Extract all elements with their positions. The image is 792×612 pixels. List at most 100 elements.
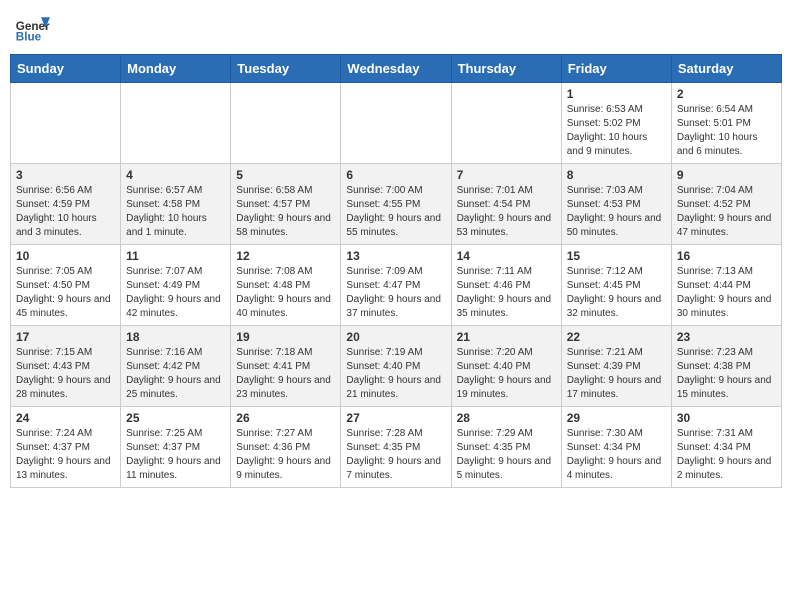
day-info: Sunrise: 6:57 AMSunset: 4:58 PMDaylight:… (126, 184, 225, 240)
calendar-cell-w0d0 (11, 83, 121, 164)
day-number: 20 (346, 330, 445, 344)
calendar-cell-w0d3 (341, 83, 451, 164)
calendar-cell-w2d2: 12Sunrise: 7:08 AMSunset: 4:48 PMDayligh… (231, 245, 341, 326)
col-header-tuesday: Tuesday (231, 55, 341, 83)
calendar-cell-w0d4 (451, 83, 561, 164)
day-info: Sunrise: 6:53 AMSunset: 5:02 PMDaylight:… (567, 103, 666, 159)
calendar-cell-w4d6: 30 Sunrise: 7:31 AMSunset: 4:34 PMDayligh… (671, 407, 781, 488)
calendar-cell-w3d0: 17 Sunrise: 7:15 AMSunset: 4:43 PMDayligh… (11, 326, 121, 407)
day-info: Sunrise: 7:19 AMSunset: 4:40 PMDaylight:… (346, 346, 445, 402)
calendar-cell-w0d1 (121, 83, 231, 164)
col-header-sunday: Sunday (11, 55, 121, 83)
logo-icon: General Blue (14, 10, 50, 46)
day-info: Sunrise: 7:23 AMSunset: 4:38 PMDaylight:… (677, 346, 776, 402)
calendar-cell-w4d5: 29 Sunrise: 7:30 AMSunset: 4:34 PMDayligh… (561, 407, 671, 488)
calendar-cell-w4d0: 24 Sunrise: 7:24 AMSunset: 4:37 PMDayligh… (11, 407, 121, 488)
day-info: Sunrise: 7:11 AMSunset: 4:46 PMDaylight:… (457, 265, 556, 321)
day-info: Sunrise: 7:00 AMSunset: 4:55 PMDaylight:… (346, 184, 445, 240)
calendar-cell-w4d3: 27 Sunrise: 7:28 AMSunset: 4:35 PMDayligh… (341, 407, 451, 488)
day-info: Sunrise: 7:13 AMSunset: 4:44 PMDaylight:… (677, 265, 776, 321)
calendar-cell-w1d3: 6 Sunrise: 7:00 AMSunset: 4:55 PMDaylight… (341, 164, 451, 245)
day-number: 19 (236, 330, 335, 344)
day-info: Sunrise: 7:03 AMSunset: 4:53 PMDaylight:… (567, 184, 666, 240)
day-number: 24 (16, 411, 115, 425)
day-info: Sunrise: 7:18 AMSunset: 4:41 PMDaylight:… (236, 346, 335, 402)
day-number: 14 (457, 249, 556, 263)
day-info: Sunrise: 6:54 AMSunset: 5:01 PMDaylight:… (677, 103, 776, 159)
calendar-cell-w4d1: 25 Sunrise: 7:25 AMSunset: 4:37 PMDayligh… (121, 407, 231, 488)
day-number: 6 (346, 168, 445, 182)
col-header-friday: Friday (561, 55, 671, 83)
calendar-cell-w3d1: 18Sunrise: 7:16 AMSunset: 4:42 PMDayligh… (121, 326, 231, 407)
calendar-cell-w1d2: 5 Sunrise: 6:58 AMSunset: 4:57 PMDaylight… (231, 164, 341, 245)
day-number: 10 (16, 249, 115, 263)
col-header-saturday: Saturday (671, 55, 781, 83)
day-info: Sunrise: 7:01 AMSunset: 4:54 PMDaylight:… (457, 184, 556, 240)
day-info: Sunrise: 7:27 AMSunset: 4:36 PMDaylight:… (236, 427, 335, 483)
col-header-thursday: Thursday (451, 55, 561, 83)
day-number: 4 (126, 168, 225, 182)
day-info: Sunrise: 7:07 AMSunset: 4:49 PMDaylight:… (126, 265, 225, 321)
day-number: 25 (126, 411, 225, 425)
day-info: Sunrise: 7:21 AMSunset: 4:39 PMDaylight:… (567, 346, 666, 402)
day-number: 13 (346, 249, 445, 263)
day-number: 30 (677, 411, 776, 425)
day-info: Sunrise: 7:16 AMSunset: 4:42 PMDaylight:… (126, 346, 225, 402)
day-info: Sunrise: 7:09 AMSunset: 4:47 PMDaylight:… (346, 265, 445, 321)
calendar-cell-w2d1: 11 Sunrise: 7:07 AMSunset: 4:49 PMDayligh… (121, 245, 231, 326)
page-header: General Blue (10, 10, 782, 46)
day-number: 7 (457, 168, 556, 182)
col-header-wednesday: Wednesday (341, 55, 451, 83)
day-info: Sunrise: 7:15 AMSunset: 4:43 PMDaylight:… (16, 346, 115, 402)
calendar-cell-w1d1: 4 Sunrise: 6:57 AMSunset: 4:58 PMDaylight… (121, 164, 231, 245)
calendar-table: SundayMondayTuesdayWednesdayThursdayFrid… (10, 54, 782, 488)
day-number: 11 (126, 249, 225, 263)
day-number: 26 (236, 411, 335, 425)
col-header-monday: Monday (121, 55, 231, 83)
calendar-cell-w2d3: 13 Sunrise: 7:09 AMSunset: 4:47 PMDayligh… (341, 245, 451, 326)
day-info: Sunrise: 7:04 AMSunset: 4:52 PMDaylight:… (677, 184, 776, 240)
calendar-cell-w1d0: 3 Sunrise: 6:56 AMSunset: 4:59 PMDaylight… (11, 164, 121, 245)
day-number: 2 (677, 87, 776, 101)
day-number: 15 (567, 249, 666, 263)
day-info: Sunrise: 7:05 AMSunset: 4:50 PMDaylight:… (16, 265, 115, 321)
day-info: Sunrise: 7:31 AMSunset: 4:34 PMDaylight:… (677, 427, 776, 483)
day-number: 3 (16, 168, 115, 182)
day-info: Sunrise: 7:25 AMSunset: 4:37 PMDaylight:… (126, 427, 225, 483)
day-number: 21 (457, 330, 556, 344)
calendar-cell-w1d5: 8 Sunrise: 7:03 AMSunset: 4:53 PMDaylight… (561, 164, 671, 245)
day-number: 27 (346, 411, 445, 425)
day-number: 29 (567, 411, 666, 425)
day-number: 17 (16, 330, 115, 344)
day-info: Sunrise: 7:12 AMSunset: 4:45 PMDaylight:… (567, 265, 666, 321)
day-number: 1 (567, 87, 666, 101)
calendar-cell-w0d5: 1 Sunrise: 6:53 AMSunset: 5:02 PMDaylight… (561, 83, 671, 164)
day-number: 12 (236, 249, 335, 263)
svg-text:Blue: Blue (16, 31, 42, 44)
calendar-cell-w2d4: 14 Sunrise: 7:11 AMSunset: 4:46 PMDayligh… (451, 245, 561, 326)
day-info: Sunrise: 7:30 AMSunset: 4:34 PMDaylight:… (567, 427, 666, 483)
calendar-cell-w3d6: 23 Sunrise: 7:23 AMSunset: 4:38 PMDayligh… (671, 326, 781, 407)
calendar-cell-w2d5: 15 Sunrise: 7:12 AMSunset: 4:45 PMDayligh… (561, 245, 671, 326)
day-info: Sunrise: 7:28 AMSunset: 4:35 PMDaylight:… (346, 427, 445, 483)
calendar-cell-w0d2 (231, 83, 341, 164)
logo: General Blue (14, 10, 50, 46)
day-info: Sunrise: 7:20 AMSunset: 4:40 PMDaylight:… (457, 346, 556, 402)
day-number: 22 (567, 330, 666, 344)
calendar-cell-w2d0: 10 Sunrise: 7:05 AMSunset: 4:50 PMDayligh… (11, 245, 121, 326)
calendar-cell-w3d2: 19 Sunrise: 7:18 AMSunset: 4:41 PMDayligh… (231, 326, 341, 407)
day-info: Sunrise: 6:56 AMSunset: 4:59 PMDaylight:… (16, 184, 115, 240)
calendar-cell-w3d4: 21 Sunrise: 7:20 AMSunset: 4:40 PMDayligh… (451, 326, 561, 407)
day-info: Sunrise: 6:58 AMSunset: 4:57 PMDaylight:… (236, 184, 335, 240)
day-number: 8 (567, 168, 666, 182)
day-number: 5 (236, 168, 335, 182)
day-number: 23 (677, 330, 776, 344)
calendar-cell-w3d3: 20 Sunrise: 7:19 AMSunset: 4:40 PMDayligh… (341, 326, 451, 407)
day-number: 28 (457, 411, 556, 425)
day-number: 9 (677, 168, 776, 182)
calendar-cell-w0d6: 2 Sunrise: 6:54 AMSunset: 5:01 PMDaylight… (671, 83, 781, 164)
day-info: Sunrise: 7:24 AMSunset: 4:37 PMDaylight:… (16, 427, 115, 483)
calendar-cell-w4d4: 28Sunrise: 7:29 AMSunset: 4:35 PMDayligh… (451, 407, 561, 488)
calendar-cell-w1d6: 9 Sunrise: 7:04 AMSunset: 4:52 PMDaylight… (671, 164, 781, 245)
day-number: 16 (677, 249, 776, 263)
